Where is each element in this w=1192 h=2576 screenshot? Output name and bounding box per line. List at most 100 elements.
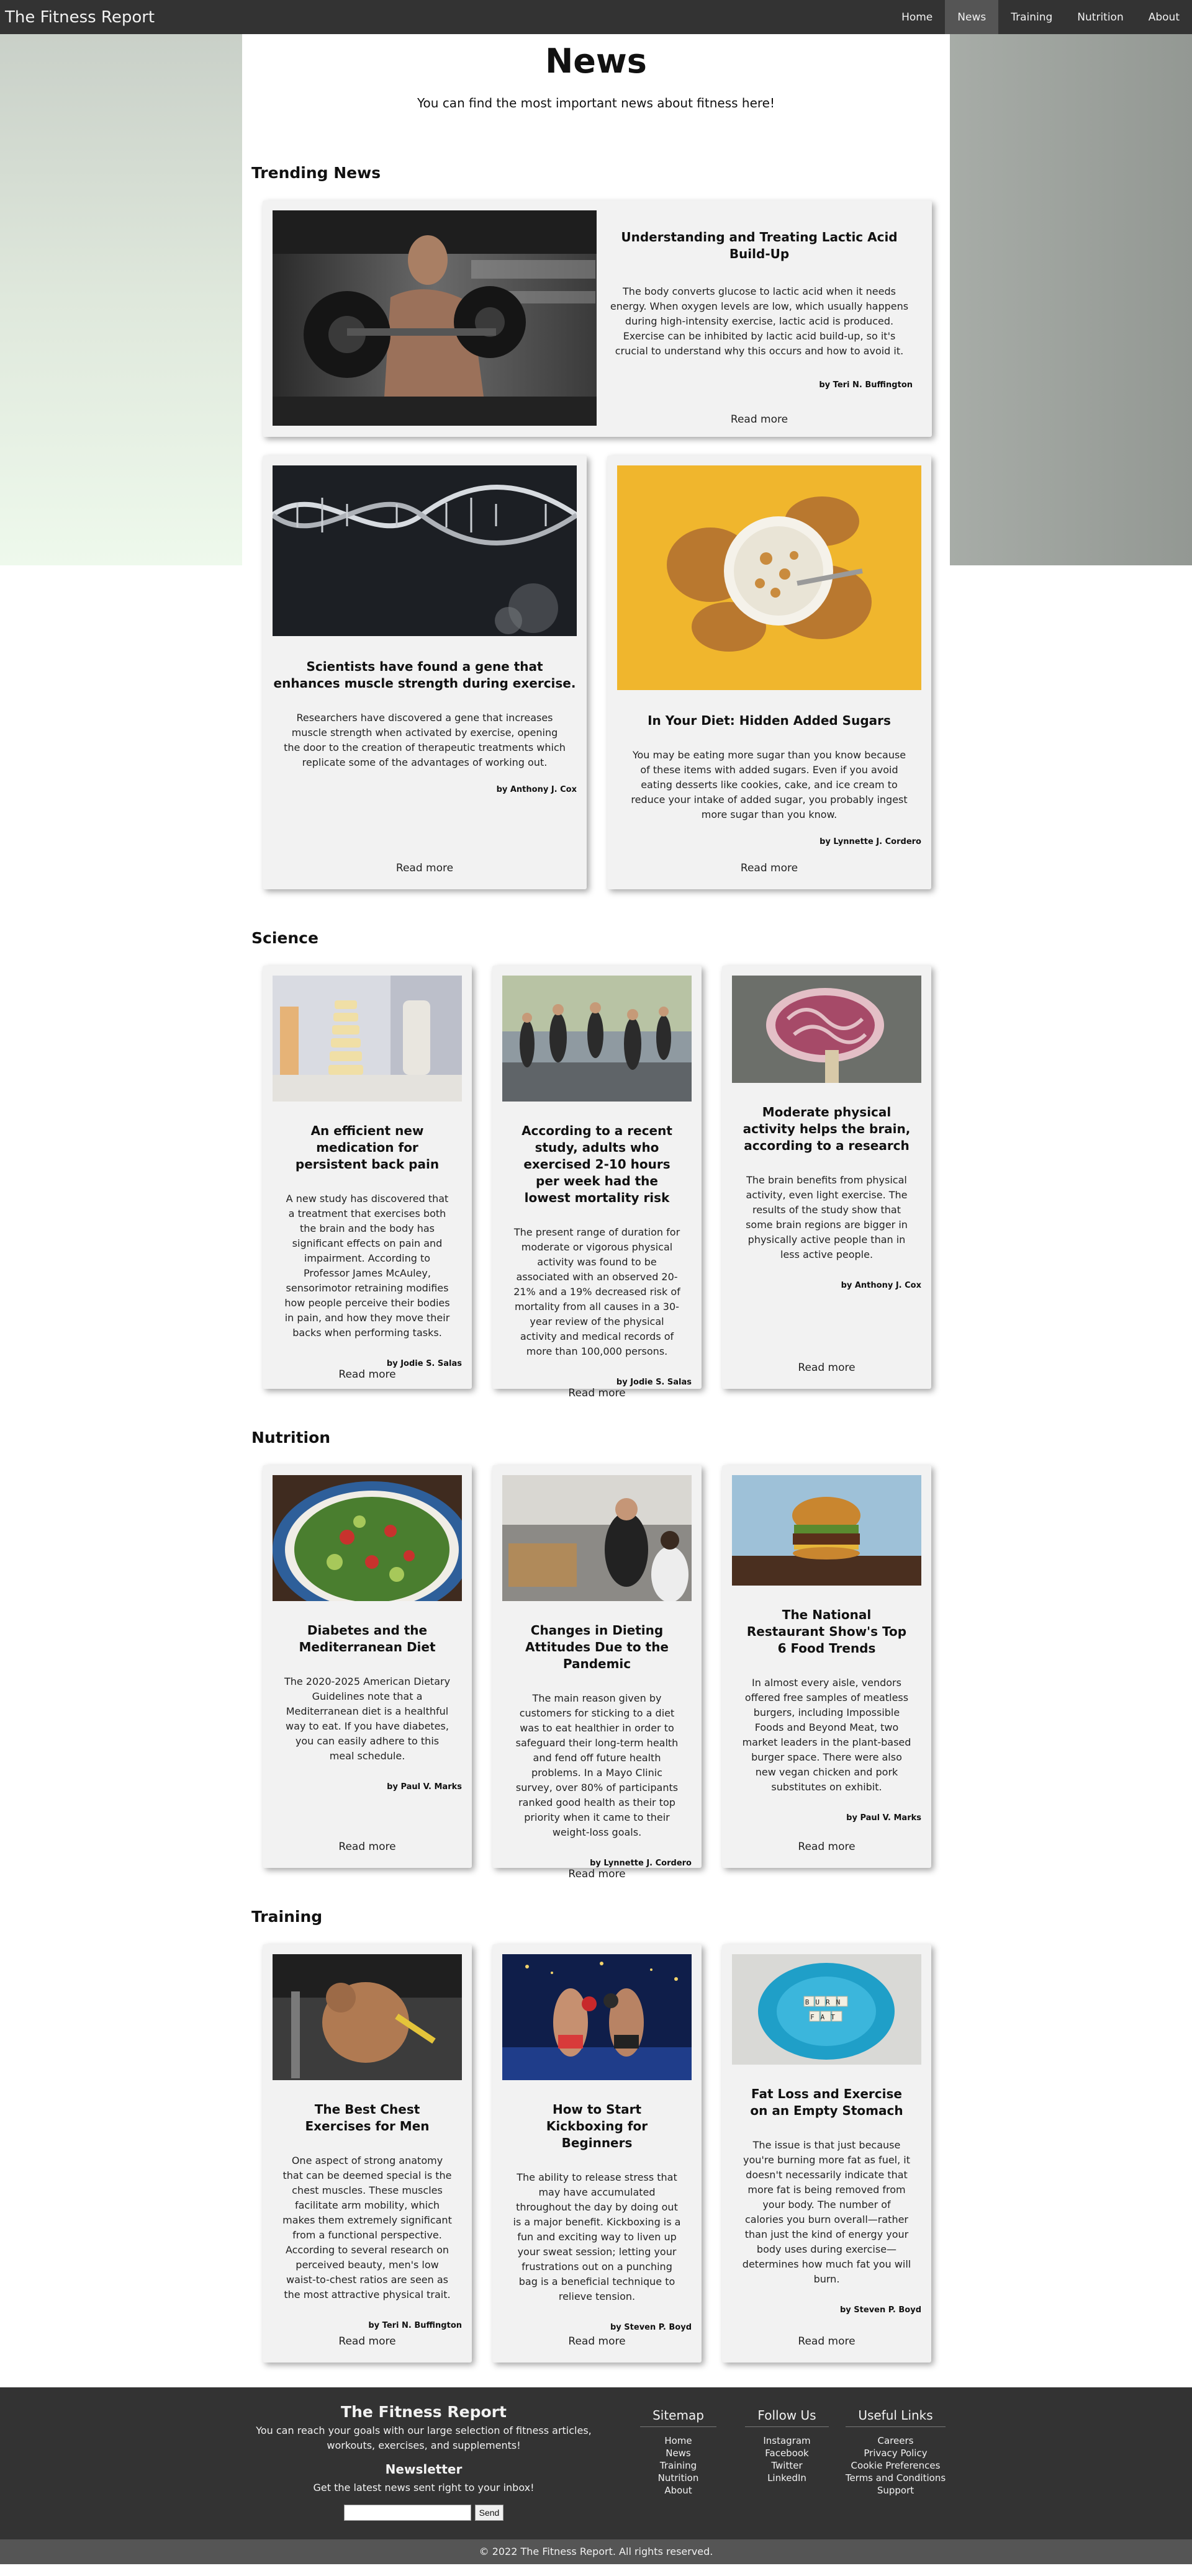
article-author: by Jodie S. Salas	[616, 1378, 692, 1387]
section-title-trending: Trending News	[251, 164, 381, 182]
article-card: According to a recent study, adults who …	[492, 966, 702, 1399]
read-more-link[interactable]: Read more	[273, 862, 577, 879]
article-author: by Paul V. Marks	[387, 1782, 462, 1792]
nav-training[interactable]: Training	[998, 0, 1065, 34]
footer-link-privacy-policy[interactable]: Privacy Policy	[864, 2448, 927, 2459]
article-image-runners	[502, 976, 692, 1102]
article-summary: The body converts glucose to lactic acid…	[610, 285, 909, 357]
article-image-spine	[273, 976, 462, 1102]
article-card: Changes in Dieting Attitudes Due to the …	[492, 1465, 702, 1880]
footer-link-nutrition[interactable]: Nutrition	[658, 2472, 699, 2484]
article-image-salad	[273, 1475, 462, 1601]
article-title: In Your Diet: Hidden Added Sugars	[648, 713, 891, 728]
footer-link-news[interactable]: News	[666, 2448, 691, 2459]
article-author: by Teri N. Buffington	[368, 2321, 462, 2330]
site-footer: The Fitness Report You can reach your go…	[0, 2387, 1192, 2539]
article-summary: The brain benefits from physical activit…	[746, 1174, 908, 1260]
read-more-link[interactable]: Read more	[502, 2335, 692, 2353]
read-more-link[interactable]: Read more	[606, 413, 913, 427]
footer-link-terms[interactable]: Terms and Conditions	[846, 2472, 946, 2484]
article-title: The Best Chest Exercises for Men	[305, 2102, 430, 2134]
footer-link-support[interactable]: Support	[877, 2485, 914, 2496]
article-image-brain	[732, 976, 921, 1083]
article-image-dna	[273, 465, 577, 636]
read-more-link[interactable]: Read more	[502, 1387, 692, 1404]
footer-link-home[interactable]: Home	[664, 2435, 692, 2446]
article-image-burn-fat-plate: BURN FAT	[732, 1954, 921, 2065]
footer-link-training[interactable]: Training	[660, 2460, 697, 2471]
featured-article-content: Understanding and Treating Lactic Acid B…	[597, 210, 922, 427]
article-author: by Lynnette J. Cordero	[590, 1859, 692, 1868]
article-image-burger	[732, 1475, 921, 1586]
nav-news[interactable]: News	[945, 0, 999, 34]
article-title: An efficient new medication for persiste…	[295, 1123, 440, 1172]
footer-col-sitemap: Sitemap Home News Training Nutrition Abo…	[624, 2403, 733, 2521]
article-card: Moderate physical activity helps the bra…	[722, 966, 931, 1389]
newsletter-email-input[interactable]	[343, 2505, 471, 2521]
article-author: by Anthony J. Cox	[841, 1281, 921, 1290]
article-author: by Steven P. Boyd	[840, 2305, 921, 2315]
article-card: How to Start Kickboxing for Beginners Th…	[492, 1944, 702, 2363]
section-title-science: Science	[251, 929, 318, 947]
brand-logo-link[interactable]: The Fitness Report	[0, 8, 155, 27]
newsletter-description: Get the latest news sent right to your i…	[313, 2482, 535, 2493]
footer-link-linkedin[interactable]: LinkedIn	[767, 2472, 806, 2484]
article-title: Fat Loss and Exercise on an Empty Stomac…	[750, 2086, 903, 2118]
footer-col-title: Follow Us	[745, 2403, 829, 2427]
article-card: Diabetes and the Mediterranean Diet The …	[263, 1465, 472, 1868]
background-left-panel	[0, 34, 242, 565]
article-card: Scientists have found a gene that enhanc…	[263, 456, 587, 889]
nav-about[interactable]: About	[1136, 0, 1192, 34]
article-title: Understanding and Treating Lactic Acid B…	[621, 230, 898, 261]
read-more-link[interactable]: Read more	[732, 1362, 921, 1379]
footer-link-instagram[interactable]: Instagram	[763, 2435, 810, 2446]
footer-col-title: Useful Links	[846, 2403, 946, 2427]
read-more-link[interactable]: Read more	[273, 1841, 462, 1858]
footer-inner: The Fitness Report You can reach your go…	[242, 2403, 950, 2521]
footer-link-facebook[interactable]: Facebook	[765, 2448, 808, 2459]
training-row: The Best Chest Exercises for Men One asp…	[263, 1944, 950, 2363]
read-more-link[interactable]: Read more	[732, 1841, 921, 1858]
article-summary: One aspect of strong anatomy that can be…	[282, 2155, 452, 2300]
article-title: Scientists have found a gene that enhanc…	[273, 659, 576, 691]
newsletter-form: Send	[242, 2505, 605, 2521]
read-more-link[interactable]: Read more	[273, 1368, 462, 1386]
article-image-market	[502, 1475, 692, 1601]
article-image-chest-exercise	[273, 1954, 462, 2080]
article-author: by Paul V. Marks	[846, 1813, 921, 1823]
read-more-link[interactable]: Read more	[617, 862, 921, 879]
article-title: According to a recent study, adults who …	[522, 1123, 672, 1205]
article-author: by Lynnette J. Cordero	[820, 837, 921, 846]
footer-link-twitter[interactable]: Twitter	[771, 2460, 802, 2471]
article-card: An efficient new medication for persiste…	[263, 966, 472, 1389]
article-summary: A new study has discovered that a treatm…	[284, 1193, 450, 1339]
nav-links: Home News Training Nutrition About	[889, 0, 1192, 34]
article-card: In Your Diet: Hidden Added Sugars You ma…	[607, 456, 931, 889]
read-more-link[interactable]: Read more	[273, 2335, 462, 2353]
burn-tiles-text: BURN	[805, 1998, 847, 2006]
article-card: The National Restaurant Show's Top 6 Foo…	[722, 1465, 931, 1868]
footer-link-about[interactable]: About	[664, 2485, 692, 2496]
page-title: News	[545, 42, 647, 81]
article-author: by Jodie S. Salas	[386, 1359, 462, 1368]
article-summary: In almost every aisle, vendors offered f…	[742, 1677, 911, 1793]
footer-brand: The Fitness Report	[341, 2403, 507, 2421]
read-more-link[interactable]: Read more	[502, 1868, 692, 1885]
footer-columns: Sitemap Home News Training Nutrition Abo…	[624, 2403, 950, 2521]
footer-link-cookie-preferences[interactable]: Cookie Preferences	[851, 2460, 941, 2471]
nav-nutrition[interactable]: Nutrition	[1065, 0, 1136, 34]
article-title: How to Start Kickboxing for Beginners	[546, 2102, 648, 2150]
article-summary: The present range of duration for modera…	[513, 1226, 680, 1357]
article-image-cereal	[617, 465, 921, 690]
footer-col-follow: Follow Us Instagram Facebook Twitter Lin…	[733, 2403, 841, 2521]
section-title-nutrition: Nutrition	[251, 1429, 331, 1447]
article-summary: You may be eating more sugar than you kn…	[631, 749, 908, 820]
footer-link-careers[interactable]: Careers	[878, 2435, 914, 2446]
footer-col-title: Sitemap	[640, 2403, 716, 2427]
newsletter-send-button[interactable]: Send	[474, 2505, 504, 2521]
article-author: by Anthony J. Cox	[496, 785, 577, 794]
read-more-link[interactable]: Read more	[732, 2335, 921, 2353]
article-image-kickboxing	[502, 1954, 692, 2080]
page-subtitle: You can find the most important news abo…	[417, 96, 775, 110]
nav-home[interactable]: Home	[889, 0, 945, 34]
